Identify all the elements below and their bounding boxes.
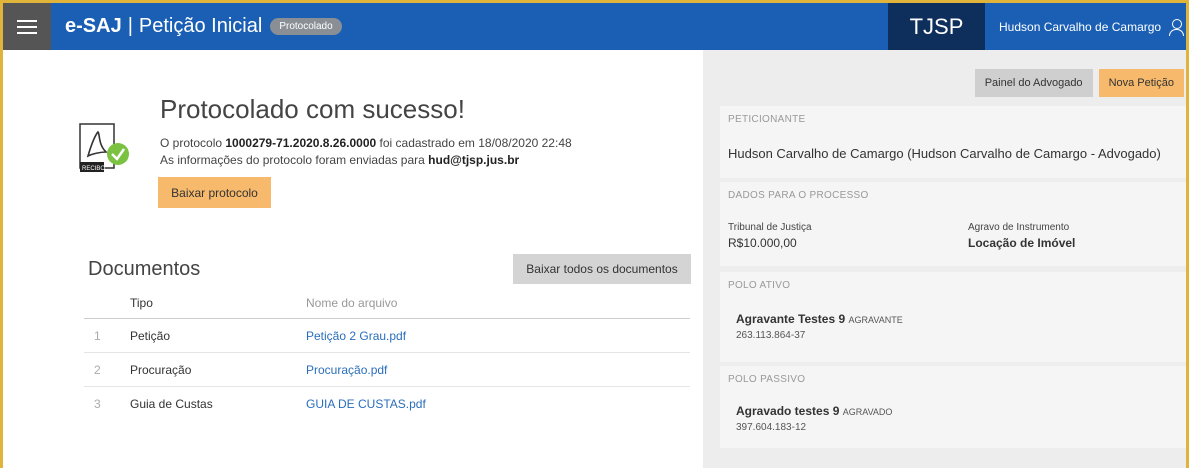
- side-panel: Painel do Advogado Nova Petição PETICION…: [703, 50, 1186, 468]
- page-title: Petição Inicial: [138, 15, 263, 37]
- menu-icon[interactable]: [3, 3, 51, 50]
- email-address: hud@tjsp.jus.br: [428, 153, 520, 167]
- documents-table: Tipo Nome do arquivo 1 Petição Petição 2…: [84, 288, 690, 421]
- nova-peticao-button[interactable]: Nova Petição: [1098, 69, 1184, 97]
- peticionante-card: PETICIONANTE Hudson Carvalho de Camargo …: [720, 106, 1186, 178]
- ativo-id: 263.113.864-37: [736, 330, 806, 341]
- col-tipo: Tipo: [130, 296, 153, 310]
- polo-passivo-label: POLO PASSIVO: [728, 374, 806, 385]
- recibo-label: RECIBO: [82, 166, 105, 172]
- peticionante-value: Hudson Carvalho de Camargo (Hudson Carva…: [728, 146, 1161, 161]
- classe-label: Agravo de Instrumento: [968, 222, 1070, 233]
- table-row: 2 Procuração Procuração.pdf: [84, 353, 690, 387]
- success-title: Protocolado com sucesso!: [160, 94, 465, 124]
- ativo-role: AGRAVANTE: [848, 315, 903, 325]
- recibo-pdf-icon: RECIBO: [79, 123, 129, 172]
- file-link[interactable]: Procuração.pdf: [306, 363, 690, 377]
- col-file: Nome do arquivo: [306, 296, 398, 310]
- side-actions: Painel do Advogado Nova Petição: [974, 69, 1184, 97]
- download-all-button[interactable]: Baixar todos os documentos: [513, 254, 691, 284]
- table-header: Tipo Nome do arquivo: [84, 288, 690, 319]
- table-row: 1 Petição Petição 2 Grau.pdf: [84, 319, 690, 353]
- file-link[interactable]: GUIA DE CUSTAS.pdf: [306, 397, 690, 411]
- user-name: Hudson Carvalho de Camargo: [999, 19, 1162, 34]
- user-menu[interactable]: Hudson Carvalho de Camargo: [999, 3, 1185, 50]
- email-message: As informações do protocolo foram enviad…: [160, 153, 520, 167]
- assunto-value: Locação de Imóvel: [968, 236, 1076, 250]
- passivo-name: Agravado testes 9 AGRAVADO: [736, 404, 893, 418]
- protocol-message: O protocolo 1000279-71.2020.8.26.0000 fo…: [160, 136, 572, 150]
- download-protocol-button[interactable]: Baixar protocolo: [158, 177, 271, 208]
- passivo-id: 397.604.183-12: [736, 422, 807, 433]
- dados-label: DADOS PARA O PROCESSO: [728, 190, 869, 201]
- top-bar: e-SAJ | Petição Inicial Protocolado TJSP…: [3, 3, 1186, 50]
- brand-separator: |: [127, 15, 133, 37]
- passivo-role: AGRAVADO: [842, 407, 893, 417]
- file-link[interactable]: Petição 2 Grau.pdf: [306, 329, 690, 343]
- peticionante-label: PETICIONANTE: [728, 114, 806, 125]
- court-logo: TJSP: [888, 3, 985, 50]
- dados-card: DADOS PARA O PROCESSO Tribunal de Justiç…: [720, 182, 1186, 266]
- ativo-name: Agravante Testes 9 AGRAVANTE: [736, 312, 903, 326]
- user-icon: [1169, 18, 1185, 36]
- documents-title: Documentos: [88, 258, 201, 280]
- tribunal-label: Tribunal de Justiça: [728, 222, 812, 233]
- status-badge: Protocolado: [270, 18, 342, 35]
- polo-ativo-label: POLO ATIVO: [728, 280, 791, 291]
- table-row: 3 Guia de Custas GUIA DE CUSTAS.pdf: [84, 387, 690, 421]
- painel-advogado-button[interactable]: Painel do Advogado: [974, 69, 1093, 97]
- brand-logo[interactable]: e-SAJ: [65, 15, 122, 38]
- polo-ativo-card: POLO ATIVO Agravante Testes 9 AGRAVANTE …: [720, 272, 1186, 362]
- protocol-number: 1000279-71.2020.8.26.0000: [225, 136, 377, 150]
- polo-passivo-card: POLO PASSIVO Agravado testes 9 AGRAVADO …: [720, 366, 1186, 448]
- valor-causa: R$10.000,00: [728, 236, 797, 250]
